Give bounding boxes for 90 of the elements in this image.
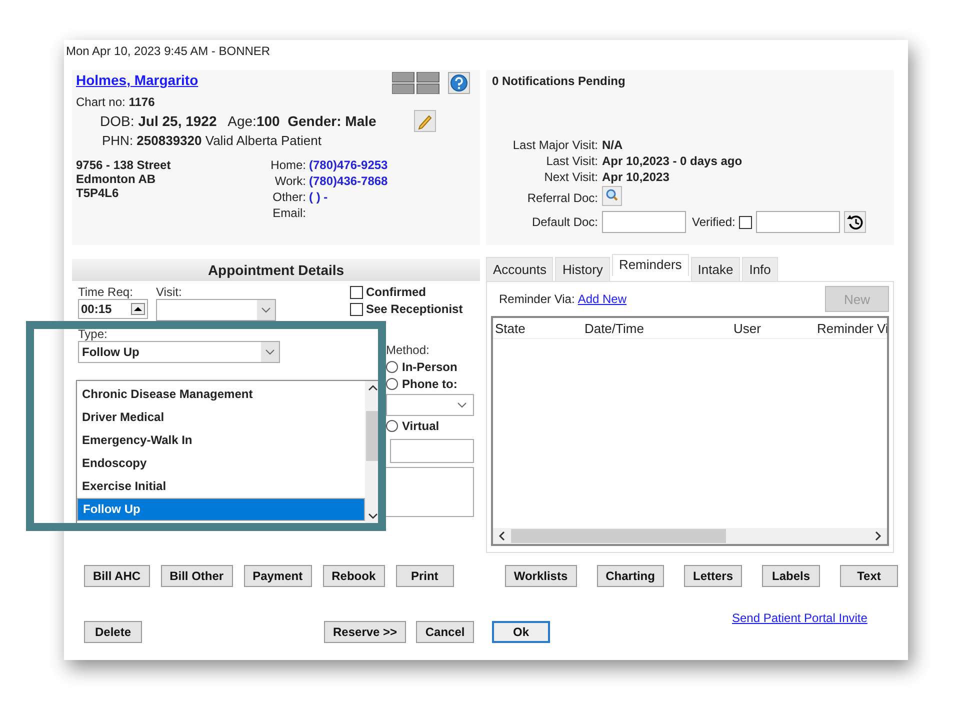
field-label: Reminder Via: bbox=[499, 292, 575, 306]
history-icon[interactable] bbox=[844, 211, 866, 233]
phn-line: PHN: 250839320 Valid Alberta Patient bbox=[101, 133, 322, 148]
action-button[interactable]: Worklists bbox=[504, 565, 577, 587]
visit-value: N/A bbox=[602, 138, 624, 152]
tab[interactable]: History bbox=[555, 257, 610, 281]
search-icon[interactable] bbox=[602, 186, 622, 206]
portal-invite-link[interactable]: Send Patient Portal Invite bbox=[732, 611, 868, 625]
chart-number: Chart no: 1176 bbox=[76, 95, 156, 109]
dialog-button[interactable]: Reserve >> bbox=[324, 621, 406, 643]
field-label: Method: bbox=[386, 343, 430, 357]
horizontal-scrollbar[interactable] bbox=[493, 528, 887, 544]
verified-field[interactable] bbox=[756, 211, 840, 233]
chevron-down-icon bbox=[257, 300, 275, 320]
grid-icon[interactable] bbox=[392, 72, 440, 94]
checkbox[interactable] bbox=[350, 286, 363, 298]
contact-label: Work: bbox=[274, 174, 306, 188]
contact-label: Home: bbox=[270, 158, 306, 172]
action-button[interactable]: Print bbox=[396, 565, 454, 587]
address-line: T5P4L6 bbox=[76, 186, 120, 200]
section-header: Appointment Details bbox=[72, 259, 480, 281]
dropdown-option[interactable]: Endoscopy bbox=[77, 452, 365, 475]
address-line: Edmonton AB bbox=[76, 172, 157, 186]
contact-phone: (780)436-7868 bbox=[309, 174, 388, 188]
add-new-link[interactable]: Add New bbox=[578, 292, 627, 306]
contact-phone: (780)476-9253 bbox=[309, 158, 388, 172]
visit-label: Next Visit: bbox=[543, 170, 598, 184]
scroll-up-icon[interactable] bbox=[367, 383, 379, 393]
dialog-button[interactable]: Ok bbox=[492, 621, 550, 643]
column-header[interactable]: Date/Time bbox=[582, 320, 732, 336]
spin-up-icon[interactable] bbox=[131, 303, 145, 315]
delete-button[interactable]: Delete bbox=[84, 621, 142, 643]
radio-button[interactable] bbox=[386, 420, 398, 432]
dob-age-gender: DOB: Jul 25, 1922 Age:100 Gender: Male bbox=[100, 113, 376, 129]
help-icon[interactable] bbox=[448, 72, 470, 94]
pencil-icon[interactable] bbox=[414, 110, 436, 132]
column-header[interactable]: State bbox=[493, 320, 582, 336]
chevron-down-icon bbox=[261, 342, 279, 362]
tab[interactable]: Info bbox=[742, 257, 778, 281]
address-line: 9756 - 138 Street bbox=[76, 158, 172, 172]
field-label: Referral Doc: bbox=[526, 190, 598, 204]
contact-phone: ( ) - bbox=[309, 190, 328, 204]
dropdown-option[interactable]: Chronic Disease Management bbox=[77, 383, 365, 406]
scroll-down-icon[interactable] bbox=[367, 511, 379, 521]
action-button[interactable]: Letters bbox=[684, 565, 742, 587]
field-label: Type: bbox=[78, 327, 108, 341]
visit-label: Last Major Visit: bbox=[512, 138, 598, 152]
action-button[interactable]: Bill AHC bbox=[84, 565, 150, 587]
action-button[interactable]: Charting bbox=[596, 565, 664, 587]
text-field[interactable] bbox=[390, 439, 474, 463]
dropdown-option[interactable]: Exercise Initial bbox=[77, 475, 365, 498]
checkbox[interactable] bbox=[350, 302, 363, 316]
radio-button[interactable] bbox=[386, 378, 398, 390]
radio-label: In-Person bbox=[402, 360, 458, 374]
type-dropdown[interactable]: Follow Up bbox=[78, 341, 280, 363]
contact-label: Email: bbox=[272, 206, 306, 220]
verified-checkbox[interactable] bbox=[739, 216, 752, 228]
dropdown-option[interactable]: Follow Up bbox=[77, 498, 365, 521]
field-label: Time Req: bbox=[78, 285, 134, 299]
dropdown-option[interactable]: Emergency-Walk In bbox=[77, 429, 365, 452]
contact-label: Other: bbox=[272, 190, 306, 204]
scroll-left-icon[interactable] bbox=[497, 530, 507, 542]
tab[interactable]: Reminders bbox=[612, 254, 689, 276]
time-spinner[interactable]: 00:15 bbox=[78, 299, 148, 319]
scroll-right-icon[interactable] bbox=[873, 530, 883, 542]
field-label: Visit: bbox=[156, 285, 183, 299]
field-label: Default Doc: bbox=[530, 215, 598, 229]
default-doc-field[interactable] bbox=[602, 211, 686, 233]
visit-value: Apr 10,2023 bbox=[602, 170, 670, 184]
radio-label: Virtual bbox=[402, 419, 440, 433]
radio-label: Phone to: bbox=[402, 377, 458, 391]
radio-button[interactable] bbox=[386, 361, 398, 373]
window-header: Mon Apr 10, 2023 9:45 AM - BONNER bbox=[66, 43, 272, 60]
checkbox-label: Verified: bbox=[692, 215, 736, 229]
visit-value: Apr 10,2023 - 0 days ago bbox=[602, 154, 744, 168]
dropdown-option[interactable]: Driver Medical bbox=[77, 406, 365, 429]
visit-label: Last Visit: bbox=[545, 154, 598, 168]
dialog-button[interactable]: Cancel bbox=[416, 621, 474, 643]
action-button[interactable]: Payment bbox=[244, 565, 312, 587]
tab[interactable]: Intake bbox=[690, 257, 740, 281]
action-button[interactable]: Labels bbox=[762, 565, 820, 587]
action-button[interactable]: Rebook bbox=[322, 565, 385, 587]
notifications-title: 0 Notifications Pending bbox=[492, 74, 626, 88]
action-button[interactable]: Text bbox=[840, 565, 898, 587]
patient-name-link[interactable]: Holmes, Margarito bbox=[76, 72, 198, 88]
checkbox-label: See Receptionist bbox=[366, 302, 463, 316]
column-header[interactable]: User bbox=[732, 320, 815, 336]
tab[interactable]: Accounts bbox=[486, 257, 554, 281]
action-button[interactable]: Bill Other bbox=[160, 565, 233, 587]
checkbox-label: Confirmed bbox=[366, 285, 426, 299]
